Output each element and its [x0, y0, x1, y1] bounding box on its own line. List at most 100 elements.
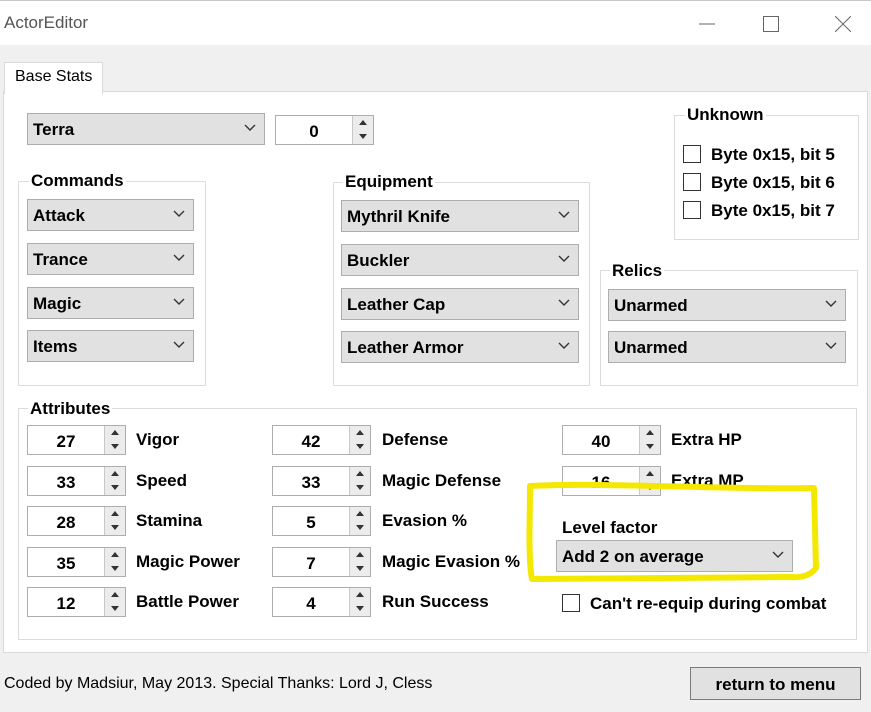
- arrow-up-icon: [356, 511, 364, 516]
- command-combo-2[interactable]: Trance: [27, 243, 194, 275]
- chevron-down-icon: [558, 211, 570, 218]
- chevron-down-icon: [558, 299, 570, 306]
- attribute-spinner[interactable]: 40: [562, 425, 661, 455]
- spin-up-button[interactable]: [105, 547, 125, 563]
- chevron-down-icon: [173, 341, 185, 348]
- attribute-spinner[interactable]: 12: [27, 587, 126, 617]
- arrow-down-icon: [356, 444, 364, 449]
- spin-up-button[interactable]: [105, 507, 125, 522]
- arrow-down-icon: [356, 606, 364, 611]
- spin-down-button[interactable]: [350, 602, 370, 616]
- character-combo[interactable]: Terra: [27, 113, 265, 145]
- spin-down-button[interactable]: [353, 130, 373, 144]
- spin-up-button[interactable]: [353, 116, 373, 131]
- spin-up-button[interactable]: [350, 507, 370, 522]
- spin-up-button[interactable]: [350, 588, 370, 603]
- attribute-spinner[interactable]: 33: [27, 465, 126, 496]
- attribute-value: 7: [306, 553, 316, 573]
- arrow-up-icon: [359, 120, 367, 125]
- attribute-spinner[interactable]: 42: [272, 425, 371, 455]
- command-combo-4[interactable]: Items: [27, 330, 194, 362]
- attribute-label: Battle Power: [136, 592, 239, 611]
- arrow-up-icon: [111, 551, 119, 557]
- reequip-checkbox[interactable]: [562, 594, 580, 612]
- spin-down-button[interactable]: [105, 440, 125, 454]
- spin-down-button[interactable]: [350, 521, 370, 535]
- attribute-label: Stamina: [136, 511, 203, 530]
- chevron-down-icon: [173, 254, 185, 261]
- spin-down-button[interactable]: [350, 440, 370, 454]
- attribute-spinner[interactable]: 5: [272, 506, 371, 536]
- attribute-label: Run Success: [382, 592, 489, 611]
- arrow-up-icon: [356, 430, 364, 435]
- maximize-button[interactable]: [748, 6, 794, 40]
- spin-down-button[interactable]: [350, 480, 370, 495]
- attribute-label: Speed: [136, 470, 188, 490]
- arrow-down-icon: [356, 525, 364, 530]
- spin-down-button[interactable]: [105, 561, 125, 576]
- equipment-combo-armor[interactable]: Leather Armor: [341, 331, 579, 363]
- spin-down-button[interactable]: [105, 480, 125, 495]
- arrow-up-icon: [356, 592, 364, 597]
- chevron-down-icon: [558, 342, 570, 349]
- tab-base-stats[interactable]: Base Stats: [4, 62, 103, 94]
- spin-up-button[interactable]: [105, 426, 125, 441]
- arrow-down-icon: [111, 484, 119, 490]
- maximize-icon: [763, 16, 779, 32]
- spin-up-button[interactable]: [640, 426, 660, 441]
- relic-combo-1[interactable]: Unarmed: [608, 289, 846, 321]
- unknown-group-title: Unknown: [685, 105, 766, 124]
- character-index-value: 0: [309, 122, 319, 141]
- bit6-checkbox[interactable]: [683, 173, 701, 191]
- highlight-annotation: [526, 481, 819, 582]
- attribute-spinner[interactable]: 7: [272, 546, 371, 577]
- spin-up-button[interactable]: [105, 466, 125, 482]
- minimize-button[interactable]: [684, 6, 730, 40]
- spin-up-button[interactable]: [350, 466, 370, 482]
- spin-up-button[interactable]: [350, 426, 370, 441]
- arrow-down-icon: [111, 606, 119, 611]
- attribute-label: Defense: [382, 430, 449, 449]
- attribute-value: 35: [56, 553, 76, 573]
- attribute-label: Magic Power: [136, 551, 240, 571]
- attribute-spinner[interactable]: 4: [272, 587, 371, 617]
- attribute-label: Magic Defense: [382, 470, 502, 490]
- attribute-spinner[interactable]: 28: [27, 506, 126, 536]
- attribute-label: Extra HP: [671, 430, 742, 449]
- equipment-combo-weapon[interactable]: Mythril Knife: [341, 200, 579, 232]
- spin-down-button[interactable]: [640, 440, 660, 454]
- arrow-up-icon: [111, 592, 119, 597]
- attribute-value: 27: [56, 432, 76, 451]
- attribute-value: 5: [306, 513, 316, 532]
- spin-up-button[interactable]: [350, 547, 370, 563]
- attribute-spinner[interactable]: 27: [27, 425, 126, 455]
- command-combo-3[interactable]: Magic: [27, 287, 194, 319]
- attribute-value: 40: [591, 432, 611, 451]
- attribute-spinner[interactable]: 33: [272, 465, 371, 496]
- spin-down-button[interactable]: [350, 561, 370, 576]
- bit7-label: Byte 0x15, bit 7: [711, 201, 835, 220]
- commands-group-title: Commands: [29, 171, 126, 190]
- close-button[interactable]: [820, 6, 866, 40]
- spin-up-button[interactable]: [105, 588, 125, 603]
- return-to-menu-button[interactable]: return to menu: [690, 667, 861, 700]
- equipment-combo-shield[interactable]: Buckler: [341, 244, 579, 276]
- spin-down-button[interactable]: [105, 602, 125, 616]
- attribute-value: 4: [306, 594, 316, 613]
- bit7-checkbox[interactable]: [683, 201, 701, 219]
- attribute-label: Vigor: [136, 430, 180, 449]
- minimize-icon: [699, 23, 715, 25]
- arrow-down-icon: [111, 565, 119, 571]
- bit5-checkbox[interactable]: [683, 145, 701, 163]
- command-combo-1[interactable]: Attack: [27, 199, 194, 231]
- attribute-value: 33: [301, 472, 321, 492]
- relic-combo-2[interactable]: Unarmed: [608, 331, 846, 363]
- chevron-down-icon: [825, 342, 837, 349]
- character-index-spinner[interactable]: 0: [275, 115, 374, 145]
- chevron-down-icon: [558, 255, 570, 262]
- spin-down-button[interactable]: [105, 521, 125, 535]
- attribute-spinner[interactable]: 35: [27, 546, 126, 577]
- equipment-combo-helmet[interactable]: Leather Cap: [341, 288, 579, 320]
- bit5-label: Byte 0x15, bit 5: [711, 145, 835, 164]
- chevron-down-icon: [173, 210, 185, 217]
